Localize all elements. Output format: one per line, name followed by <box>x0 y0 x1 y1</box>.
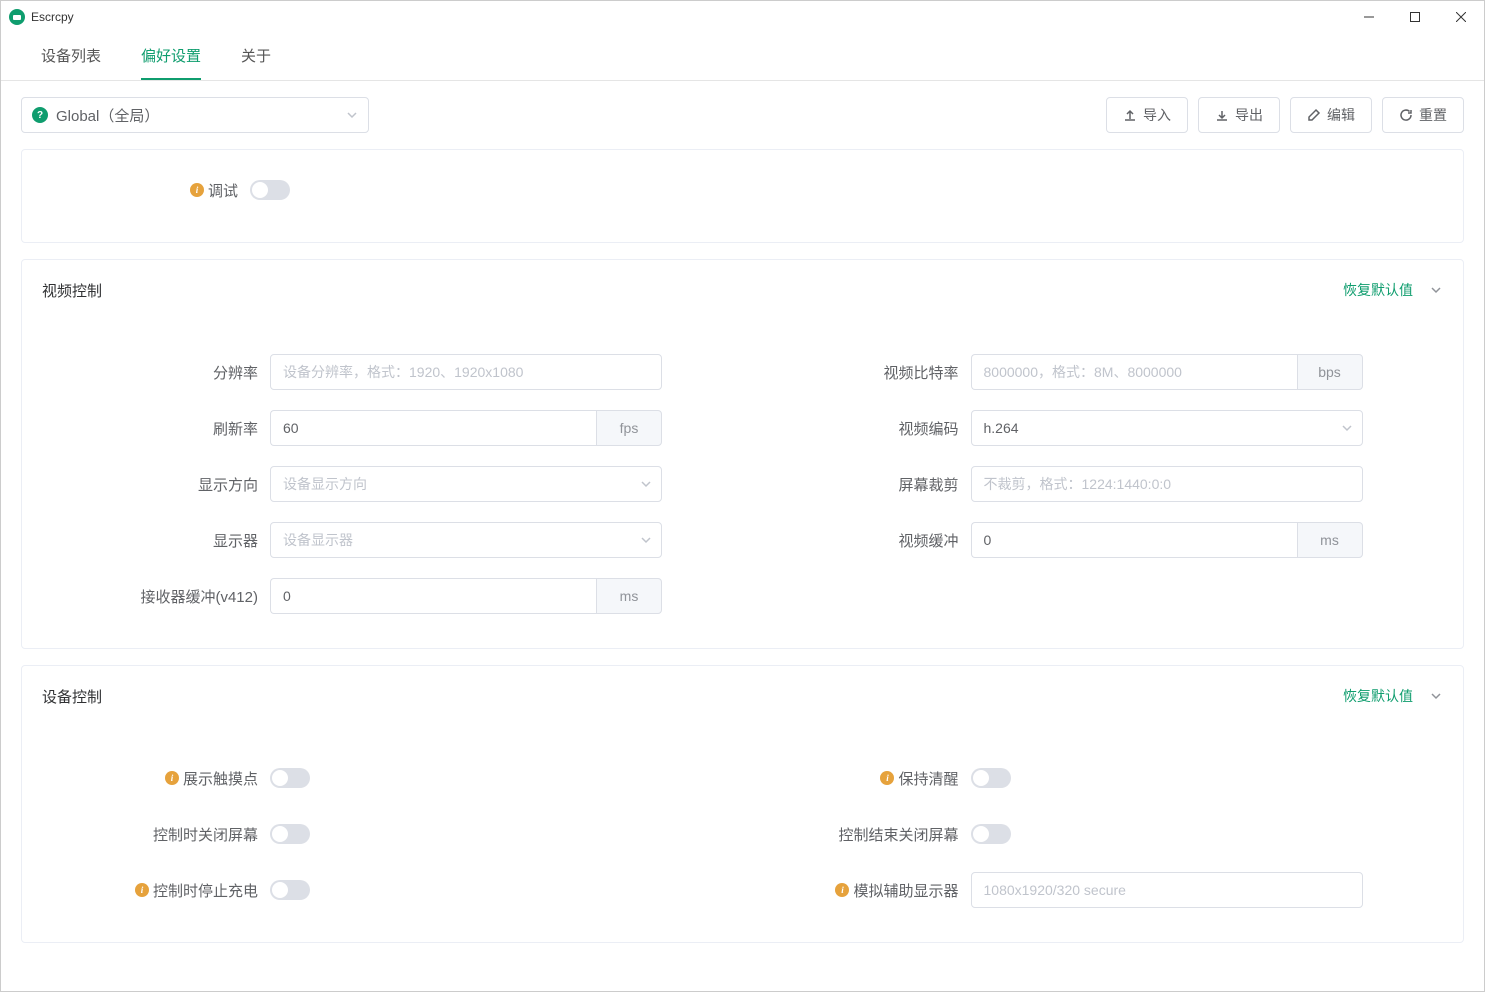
debug-label: i 调试 <box>22 180 250 201</box>
preferences-content: i 调试 视频控制 恢复默认值 分辨率 <box>1 149 1484 992</box>
close-icon <box>1456 12 1466 22</box>
video-control-panel: 视频控制 恢复默认值 分辨率 视频比特率 <box>21 259 1464 649</box>
stay-awake-label: i 保持清醒 <box>743 768 971 789</box>
receiver-buffer-input[interactable] <box>270 578 596 614</box>
chevron-down-icon <box>346 109 358 121</box>
bitrate-label: 视频比特率 <box>743 362 971 383</box>
resolution-input[interactable] <box>270 354 662 390</box>
chevron-down-icon <box>640 478 652 490</box>
device-reset-link[interactable]: 恢复默认值 <box>1343 686 1413 706</box>
device-panel-title: 设备控制 <box>42 686 102 707</box>
display-label: 显示器 <box>42 530 270 551</box>
virtual-display-label: i 模拟辅助显示器 <box>743 880 971 901</box>
tab-about[interactable]: 关于 <box>221 31 291 80</box>
turn-off-on-control-toggle[interactable] <box>270 824 310 844</box>
window-minimize-button[interactable] <box>1346 1 1392 33</box>
app-icon <box>9 9 25 25</box>
reset-icon <box>1399 108 1413 122</box>
import-label: 导入 <box>1143 105 1171 125</box>
video-panel-header[interactable]: 视频控制 恢复默认值 <box>22 260 1463 320</box>
receiver-buffer-label: 接收器缓冲(v412) <box>42 586 270 607</box>
edit-icon <box>1307 108 1321 122</box>
info-icon: i <box>190 183 204 197</box>
edit-label: 编辑 <box>1327 105 1355 125</box>
fps-suffix: fps <box>596 410 662 446</box>
stop-charging-toggle[interactable] <box>270 880 310 900</box>
video-buffer-label: 视频缓冲 <box>743 530 971 551</box>
debug-toggle[interactable] <box>250 180 290 200</box>
scope-selector[interactable]: ? Global（全局） <box>21 97 369 133</box>
chevron-down-icon <box>640 534 652 546</box>
turn-off-on-exit-label: 控制结束关闭屏幕 <box>743 824 971 845</box>
virtual-display-input[interactable] <box>971 872 1363 908</box>
debug-panel: i 调试 <box>21 149 1464 243</box>
export-button[interactable]: 导出 <box>1198 97 1280 133</box>
display-select[interactable] <box>270 522 662 558</box>
resolution-label: 分辨率 <box>42 362 270 383</box>
minimize-icon <box>1364 12 1374 22</box>
main-tabs: 设备列表 偏好设置 关于 <box>1 33 1484 81</box>
titlebar: Escrcpy <box>1 1 1484 33</box>
info-icon: i <box>165 771 179 785</box>
crop-input[interactable] <box>971 466 1363 502</box>
stay-awake-toggle[interactable] <box>971 768 1011 788</box>
tab-devices[interactable]: 设备列表 <box>21 31 121 80</box>
help-icon: ? <box>32 107 48 123</box>
export-icon <box>1215 108 1229 122</box>
reset-label: 重置 <box>1419 105 1447 125</box>
info-icon: i <box>835 883 849 897</box>
turn-off-on-control-label: 控制时关闭屏幕 <box>42 824 270 845</box>
reset-button[interactable]: 重置 <box>1382 97 1464 133</box>
video-reset-link[interactable]: 恢复默认值 <box>1343 280 1413 300</box>
show-touches-toggle[interactable] <box>270 768 310 788</box>
window-close-button[interactable] <box>1438 1 1484 33</box>
codec-select[interactable] <box>971 410 1363 446</box>
orientation-select[interactable] <box>270 466 662 502</box>
orientation-label: 显示方向 <box>42 474 270 495</box>
import-icon <box>1123 108 1137 122</box>
video-buffer-suffix: ms <box>1297 522 1363 558</box>
import-button[interactable]: 导入 <box>1106 97 1188 133</box>
app-window: Escrcpy 设备列表 偏好设置 关于 ? Global（全局） <box>0 0 1485 992</box>
device-control-panel: 设备控制 恢复默认值 i 展示触摸点 <box>21 665 1464 943</box>
maximize-icon <box>1410 12 1420 22</box>
edit-button[interactable]: 编辑 <box>1290 97 1372 133</box>
receiver-buffer-suffix: ms <box>596 578 662 614</box>
bitrate-suffix: bps <box>1297 354 1363 390</box>
window-maximize-button[interactable] <box>1392 1 1438 33</box>
video-panel-title: 视频控制 <box>42 280 102 301</box>
fps-label: 刷新率 <box>42 418 270 439</box>
info-icon: i <box>135 883 149 897</box>
codec-label: 视频编码 <box>743 418 971 439</box>
crop-label: 屏幕裁剪 <box>743 474 971 495</box>
chevron-down-icon <box>1429 283 1443 297</box>
turn-off-on-exit-toggle[interactable] <box>971 824 1011 844</box>
tab-preferences[interactable]: 偏好设置 <box>121 31 221 80</box>
stop-charging-label: i 控制时停止充电 <box>42 880 270 901</box>
app-title: Escrcpy <box>31 10 74 24</box>
scope-label: Global（全局） <box>56 105 159 126</box>
chevron-down-icon <box>1429 689 1443 703</box>
toolbar: ? Global（全局） 导入 导出 编辑 重置 <box>1 81 1484 149</box>
info-icon: i <box>880 771 894 785</box>
device-panel-header[interactable]: 设备控制 恢复默认值 <box>22 666 1463 726</box>
export-label: 导出 <box>1235 105 1263 125</box>
video-buffer-input[interactable] <box>971 522 1297 558</box>
bitrate-input[interactable] <box>971 354 1297 390</box>
fps-input[interactable] <box>270 410 596 446</box>
show-touches-label: i 展示触摸点 <box>42 768 270 789</box>
chevron-down-icon <box>1341 422 1353 434</box>
